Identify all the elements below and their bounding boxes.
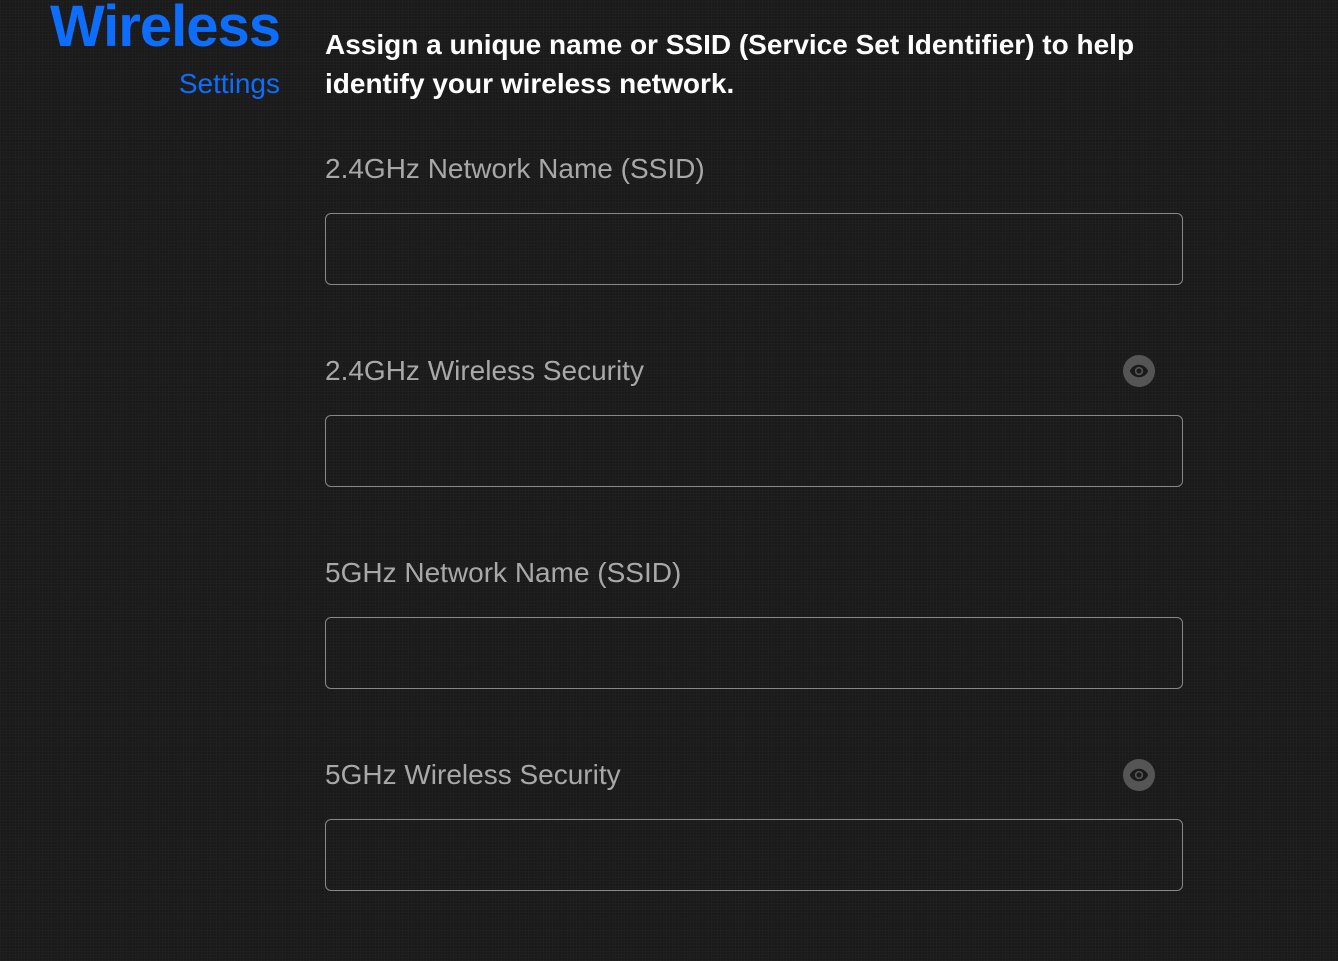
eye-icon <box>1129 361 1149 381</box>
sidebar-subtitle: Settings <box>0 68 280 100</box>
security-5-input[interactable] <box>325 819 1183 891</box>
field-label-row: 5GHz Network Name (SSID) <box>325 557 1183 589</box>
sidebar: Wireless Settings <box>0 0 290 961</box>
toggle-visibility-5-button[interactable] <box>1123 759 1155 791</box>
toggle-visibility-24-button[interactable] <box>1123 355 1155 387</box>
main-content: Assign a unique name or SSID (Service Se… <box>290 0 1338 961</box>
page-description: Assign a unique name or SSID (Service Se… <box>325 25 1175 103</box>
field-label-row: 2.4GHz Wireless Security <box>325 355 1183 387</box>
security-24-label: 2.4GHz Wireless Security <box>325 355 644 387</box>
field-label-row: 2.4GHz Network Name (SSID) <box>325 153 1183 185</box>
field-group-security-24: 2.4GHz Wireless Security <box>325 355 1188 487</box>
field-group-ssid-24: 2.4GHz Network Name (SSID) <box>325 153 1188 285</box>
page-container: Wireless Settings Assign a unique name o… <box>0 0 1338 961</box>
security-24-input[interactable] <box>325 415 1183 487</box>
ssid-5-label: 5GHz Network Name (SSID) <box>325 557 681 589</box>
ssid-5-input[interactable] <box>325 617 1183 689</box>
field-label-row: 5GHz Wireless Security <box>325 759 1183 791</box>
ssid-24-input[interactable] <box>325 213 1183 285</box>
field-group-ssid-5: 5GHz Network Name (SSID) <box>325 557 1188 689</box>
sidebar-title: Wireless <box>0 0 280 56</box>
ssid-24-label: 2.4GHz Network Name (SSID) <box>325 153 705 185</box>
eye-icon <box>1129 765 1149 785</box>
field-group-security-5: 5GHz Wireless Security <box>325 759 1188 891</box>
security-5-label: 5GHz Wireless Security <box>325 759 621 791</box>
